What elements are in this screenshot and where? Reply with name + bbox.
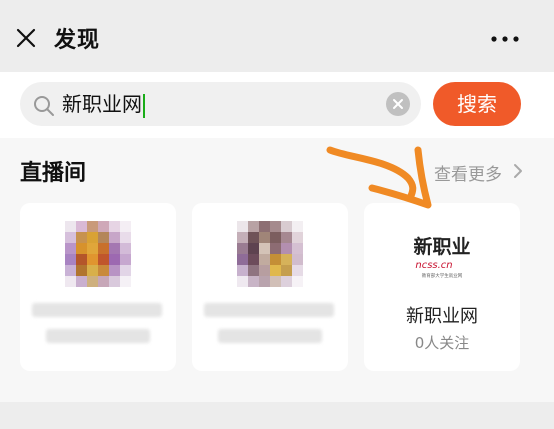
logo-text: 新职业 — [413, 235, 470, 258]
section-title: 直播间 — [20, 161, 87, 186]
logo-caption: 教育部大学生就业网 — [422, 272, 463, 279]
pixelated-avatar — [65, 221, 131, 287]
see-more-link[interactable]: 查看更多 — [434, 160, 502, 185]
logo-sub: ncss.cn — [415, 260, 452, 271]
clear-icon[interactable] — [386, 92, 410, 116]
chevron-right-icon[interactable] — [512, 163, 524, 179]
search-query-text[interactable]: 新职业网 — [62, 90, 145, 118]
blurred-followers — [46, 329, 150, 343]
blurred-followers — [218, 329, 322, 343]
more-dots-icon[interactable] — [490, 34, 520, 44]
live-card[interactable] — [20, 203, 176, 371]
close-icon[interactable] — [14, 26, 38, 50]
pixelated-avatar — [237, 221, 303, 287]
search-icon — [34, 96, 54, 116]
search-button[interactable]: 搜索 — [433, 82, 521, 126]
card-followers: 0人关注 — [414, 334, 470, 352]
live-card[interactable] — [192, 203, 348, 371]
bottom-spacer — [0, 402, 554, 429]
card-name: 新职业网 — [406, 306, 478, 327]
text-caret — [143, 93, 145, 118]
search-query-value: 新职业网 — [62, 92, 142, 116]
live-card-ncss[interactable]: 新职业 ncss.cn 教育部大学生就业网 新职业网 0人关注 — [364, 203, 520, 371]
page-title: 发现 — [54, 28, 101, 53]
blurred-name — [204, 303, 334, 317]
blurred-name — [32, 303, 162, 317]
ncss-logo: 新职业 ncss.cn 教育部大学生就业网 — [413, 235, 470, 279]
